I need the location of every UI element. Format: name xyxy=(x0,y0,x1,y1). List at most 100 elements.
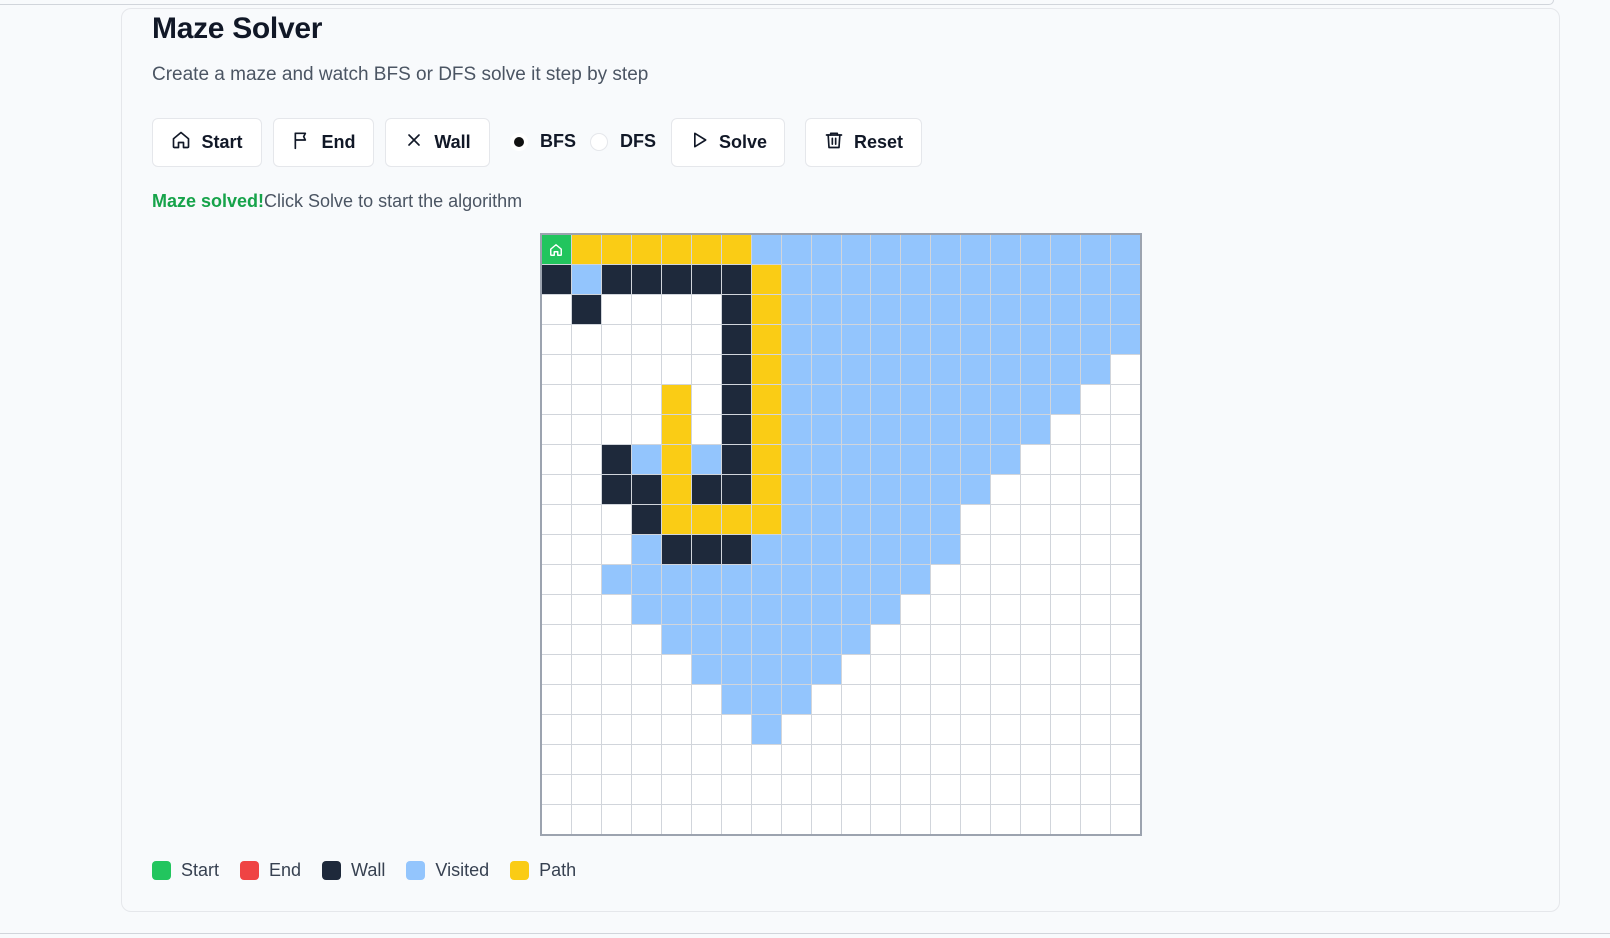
maze-cell-path[interactable] xyxy=(751,265,781,294)
maze-cell-wall[interactable] xyxy=(571,295,601,324)
maze-cell-visited[interactable] xyxy=(811,385,841,414)
maze-cell-visited[interactable] xyxy=(661,595,691,624)
maze-cell-visited[interactable] xyxy=(1051,265,1081,294)
maze-cell-empty[interactable] xyxy=(1051,505,1081,534)
maze-cell-visited[interactable] xyxy=(991,295,1021,324)
maze-cell-empty[interactable] xyxy=(1111,565,1140,594)
maze-cell-empty[interactable] xyxy=(1051,565,1081,594)
maze-cell-empty[interactable] xyxy=(781,805,811,834)
maze-cell-empty[interactable] xyxy=(871,655,901,684)
maze-cell-visited[interactable] xyxy=(811,445,841,474)
maze-cell-visited[interactable] xyxy=(781,535,811,564)
maze-cell-empty[interactable] xyxy=(961,535,991,564)
maze-cell-empty[interactable] xyxy=(1021,715,1051,744)
maze-cell-visited[interactable] xyxy=(811,535,841,564)
maze-cell-visited[interactable] xyxy=(901,505,931,534)
maze-cell-empty[interactable] xyxy=(961,715,991,744)
maze-cell-empty[interactable] xyxy=(931,655,961,684)
maze-cell-empty[interactable] xyxy=(781,715,811,744)
maze-cell-empty[interactable] xyxy=(961,805,991,834)
maze-cell-empty[interactable] xyxy=(542,385,571,414)
maze-cell-wall[interactable] xyxy=(631,505,661,534)
maze-cell-empty[interactable] xyxy=(991,775,1021,804)
maze-cell-visited[interactable] xyxy=(631,565,661,594)
maze-cell-path[interactable] xyxy=(721,505,751,534)
maze-cell-visited[interactable] xyxy=(931,535,961,564)
maze-cell-empty[interactable] xyxy=(931,595,961,624)
reset-button[interactable]: Reset xyxy=(805,118,922,167)
maze-cell-empty[interactable] xyxy=(542,415,571,444)
maze-cell-empty[interactable] xyxy=(1021,565,1051,594)
maze-cell-empty[interactable] xyxy=(571,475,601,504)
maze-cell-empty[interactable] xyxy=(961,505,991,534)
maze-cell-empty[interactable] xyxy=(661,775,691,804)
maze-cell-visited[interactable] xyxy=(871,415,901,444)
maze-cell-visited[interactable] xyxy=(691,625,721,654)
maze-cell-empty[interactable] xyxy=(1081,595,1111,624)
maze-cell-empty[interactable] xyxy=(542,325,571,354)
maze-cell-empty[interactable] xyxy=(691,775,721,804)
maze-cell-empty[interactable] xyxy=(571,535,601,564)
maze-cell-empty[interactable] xyxy=(661,685,691,714)
maze-cell-visited[interactable] xyxy=(781,475,811,504)
maze-cell-empty[interactable] xyxy=(601,415,631,444)
maze-cell-empty[interactable] xyxy=(1111,655,1140,684)
dfs-radio[interactable]: DFS xyxy=(590,131,656,152)
maze-cell-visited[interactable] xyxy=(781,355,811,384)
maze-cell-empty[interactable] xyxy=(1081,775,1111,804)
maze-cell-visited[interactable] xyxy=(991,445,1021,474)
maze-cell-visited[interactable] xyxy=(751,235,781,264)
maze-cell-empty[interactable] xyxy=(1081,625,1111,654)
maze-cell-visited[interactable] xyxy=(781,625,811,654)
maze-cell-visited[interactable] xyxy=(1081,235,1111,264)
maze-cell-empty[interactable] xyxy=(1081,715,1111,744)
maze-cell-visited[interactable] xyxy=(931,355,961,384)
maze-cell-empty[interactable] xyxy=(931,565,961,594)
maze-cell-visited[interactable] xyxy=(811,295,841,324)
maze-cell-visited[interactable] xyxy=(781,325,811,354)
maze-cell-empty[interactable] xyxy=(571,595,601,624)
maze-cell-empty[interactable] xyxy=(961,595,991,624)
maze-cell-empty[interactable] xyxy=(1021,775,1051,804)
maze-cell-empty[interactable] xyxy=(571,745,601,774)
maze-cell-visited[interactable] xyxy=(961,295,991,324)
maze-cell-empty[interactable] xyxy=(901,745,931,774)
maze-cell-start[interactable] xyxy=(542,235,571,264)
maze-cell-empty[interactable] xyxy=(1111,595,1140,624)
maze-cell-empty[interactable] xyxy=(571,775,601,804)
maze-cell-empty[interactable] xyxy=(841,715,871,744)
maze-cell-visited[interactable] xyxy=(841,385,871,414)
maze-cell-wall[interactable] xyxy=(721,265,751,294)
maze-cell-visited[interactable] xyxy=(781,565,811,594)
maze-cell-visited[interactable] xyxy=(961,385,991,414)
maze-cell-visited[interactable] xyxy=(1111,295,1140,324)
maze-cell-empty[interactable] xyxy=(1021,805,1051,834)
maze-cell-empty[interactable] xyxy=(601,385,631,414)
maze-cell-empty[interactable] xyxy=(691,295,721,324)
maze-cell-empty[interactable] xyxy=(542,805,571,834)
maze-cell-empty[interactable] xyxy=(991,805,1021,834)
maze-cell-empty[interactable] xyxy=(1051,415,1081,444)
maze-cell-empty[interactable] xyxy=(601,685,631,714)
maze-cell-visited[interactable] xyxy=(811,595,841,624)
maze-cell-empty[interactable] xyxy=(601,655,631,684)
maze-cell-empty[interactable] xyxy=(931,625,961,654)
maze-cell-empty[interactable] xyxy=(991,625,1021,654)
maze-cell-empty[interactable] xyxy=(811,745,841,774)
maze-cell-visited[interactable] xyxy=(871,475,901,504)
maze-cell-wall[interactable] xyxy=(721,325,751,354)
maze-cell-empty[interactable] xyxy=(542,445,571,474)
maze-cell-visited[interactable] xyxy=(1081,355,1111,384)
maze-cell-empty[interactable] xyxy=(901,805,931,834)
maze-cell-empty[interactable] xyxy=(631,415,661,444)
maze-cell-empty[interactable] xyxy=(601,535,631,564)
maze-cell-empty[interactable] xyxy=(631,775,661,804)
maze-cell-empty[interactable] xyxy=(751,745,781,774)
maze-cell-empty[interactable] xyxy=(991,505,1021,534)
maze-cell-empty[interactable] xyxy=(1081,685,1111,714)
maze-cell-empty[interactable] xyxy=(631,745,661,774)
maze-cell-visited[interactable] xyxy=(1021,295,1051,324)
maze-cell-empty[interactable] xyxy=(661,655,691,684)
start-tool-button[interactable]: Start xyxy=(152,118,262,167)
maze-cell-empty[interactable] xyxy=(901,595,931,624)
